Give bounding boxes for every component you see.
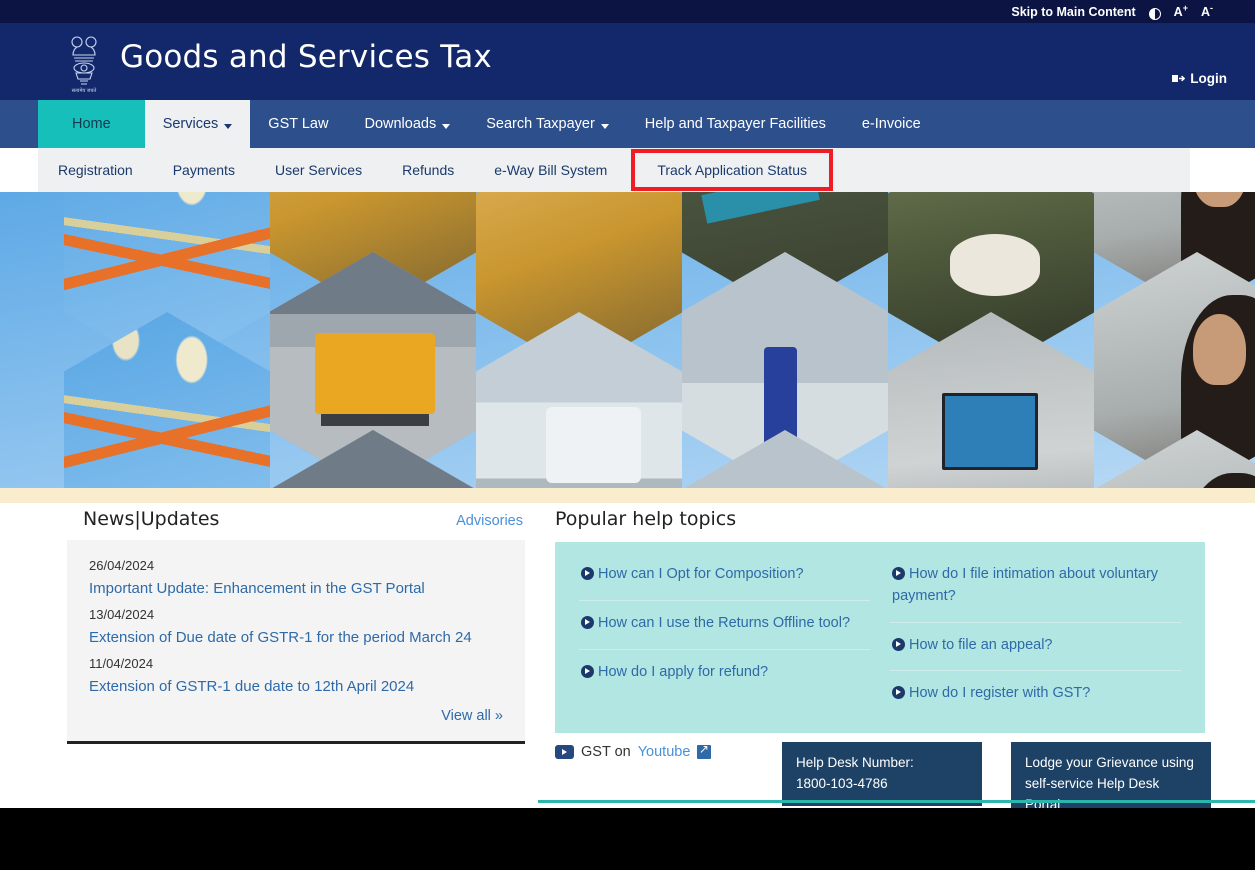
help-topic-link[interactable]: How to file an appeal? [909,637,1053,653]
nav-item-home[interactable]: Home [38,100,145,148]
news-updates-panel: News|Updates Advisories 26/04/2024 Import… [67,508,525,744]
help-topics-box: How can I Opt for Composition? How can I … [555,542,1205,733]
external-link-icon [697,745,711,759]
submenu-item-label: e-Way Bill System [494,162,607,178]
help-topic-link[interactable]: How can I Opt for Composition? [598,566,804,582]
nav-item-services[interactable]: Services [145,100,251,148]
page-footer-area [0,808,1255,870]
help-topic-item: How can I Opt for Composition? [579,552,870,601]
nav-item-label: Search Taxpayer [486,116,595,132]
news-panel-header: News|Updates Advisories [67,508,525,540]
youtube-label[interactable]: Youtube [638,744,691,760]
submenu-item-payments[interactable]: Payments [153,148,255,192]
accessibility-toolbar: Skip to Main Content A+ A- [0,0,1255,23]
skip-to-main-content-link[interactable]: Skip to Main Content [1011,5,1135,19]
news-view-all-row: View all » [89,705,507,735]
increase-font-button[interactable]: A+ [1174,3,1188,19]
help-topic-item: How do I apply for refund? [579,650,870,698]
arrow-circle-right-icon [581,616,594,629]
submenu-item-label: Payments [173,162,235,178]
arrow-circle-right-icon [581,567,594,580]
main-navigation: Home Services GST Law Downloads Search Taxpa… [0,100,1255,148]
hero-hex-collage [0,192,1255,488]
youtube-prefix-label: GST on [581,744,631,760]
svg-text:सत्यमेव जयते: सत्यमेव जयते [72,87,97,94]
news-item-link[interactable]: Extension of GSTR-1 due date to 12th Apr… [89,678,507,695]
sign-in-icon [1172,72,1185,85]
help-topics-left-column: How can I Opt for Composition? How can I … [569,552,880,719]
arrow-circle-right-icon [581,665,594,678]
arrow-circle-right-icon [892,638,905,651]
hero-banner [0,192,1255,488]
nav-item-search-taxpayer[interactable]: Search Taxpayer [468,100,627,148]
nav-item-downloads[interactable]: Downloads [346,100,468,148]
teal-divider-rule [538,800,1255,803]
decrease-font-button[interactable]: A- [1201,3,1213,19]
nav-item-label: GST Law [268,116,328,132]
help-topic-link[interactable]: How do I register with GST? [909,685,1090,701]
nav-item-help-and-taxpayer-facilities[interactable]: Help and Taxpayer Facilities [627,100,844,148]
help-topic-link[interactable]: How do I file intimation about voluntary… [892,566,1158,604]
news-item-link[interactable]: Extension of Due date of GSTR-1 for the … [89,629,507,646]
help-desk-number-box[interactable]: Help Desk Number: 1800-103-4786 [782,742,982,806]
nav-item-e-invoice[interactable]: e-Invoice [844,100,939,148]
site-header: सत्यमेव जयते Goods and Services Tax Logi… [0,23,1255,100]
help-desk-label: Help Desk Number: [796,753,968,774]
page-title: Goods and Services Tax [120,39,492,75]
login-button[interactable]: Login [1172,71,1227,86]
help-topic-link[interactable]: How do I apply for refund? [598,664,768,680]
india-national-emblem-icon: सत्यमेव जयते [62,29,106,95]
nav-item-label: Help and Taxpayer Facilities [645,116,826,132]
help-topic-item: How do I file intimation about voluntary… [890,552,1181,623]
popular-help-topics-panel: Popular help topics How can I Opt for Co… [555,508,1205,733]
nav-item-label: Downloads [364,116,436,132]
news-item-date: 26/04/2024 [89,558,507,573]
submenu-item-label: Refunds [402,162,454,178]
bottom-links-row: GST on Youtube Help Desk Number: 1800-10… [555,742,1215,800]
nav-item-gst-law[interactable]: GST Law [250,100,346,148]
news-item-date: 13/04/2024 [89,607,507,622]
submenu-item-refunds[interactable]: Refunds [382,148,474,192]
contrast-icon[interactable] [1149,8,1161,20]
nav-item-label: Home [72,116,111,132]
nav-item-label: e-Invoice [862,116,921,132]
help-topic-item: How do I register with GST? [890,671,1181,719]
submenu-item-label: Registration [58,162,133,178]
chevron-down-icon [601,124,609,129]
login-label: Login [1190,71,1227,86]
services-submenu: Registration Payments User Services Refunds… [38,148,1190,192]
news-item-link[interactable]: Important Update: Enhancement in the GST… [89,580,507,597]
submenu-item-track-application-status[interactable]: Track Application Status [631,149,833,191]
grievance-line-1: Lodge your Grievance using [1025,753,1197,774]
arrow-circle-right-icon [892,567,905,580]
help-topic-link[interactable]: How can I use the Returns Offline tool? [598,615,850,631]
submenu-item-user-services[interactable]: User Services [255,148,382,192]
help-desk-number: 1800-103-4786 [796,774,968,795]
help-topic-item: How to file an appeal? [890,623,1181,672]
view-all-link[interactable]: View all » [441,708,503,724]
help-panel-title: Popular help topics [555,508,1205,542]
news-list: 26/04/2024 Important Update: Enhancement … [67,540,525,744]
gst-portal-page: Skip to Main Content A+ A- सत्यमेव जयते … [0,0,1255,870]
arrow-circle-right-icon [892,686,905,699]
submenu-item-registration[interactable]: Registration [38,148,153,192]
advisories-link[interactable]: Advisories [456,513,523,529]
news-panel-title: News|Updates [83,508,219,530]
cream-separator-strip [0,488,1255,503]
news-item-date: 11/04/2024 [89,656,507,671]
youtube-play-icon [555,745,574,759]
help-topic-item: How can I use the Returns Offline tool? [579,601,870,650]
nav-item-label: Services [163,116,219,132]
chevron-down-icon [442,124,450,129]
submenu-item-e-way-bill-system[interactable]: e-Way Bill System [474,148,627,192]
submenu-item-label: User Services [275,162,362,178]
chevron-down-icon [224,124,232,129]
help-topics-right-column: How do I file intimation about voluntary… [880,552,1191,719]
submenu-item-label: Track Application Status [657,162,807,178]
gst-on-youtube-link[interactable]: GST on Youtube [555,744,711,760]
